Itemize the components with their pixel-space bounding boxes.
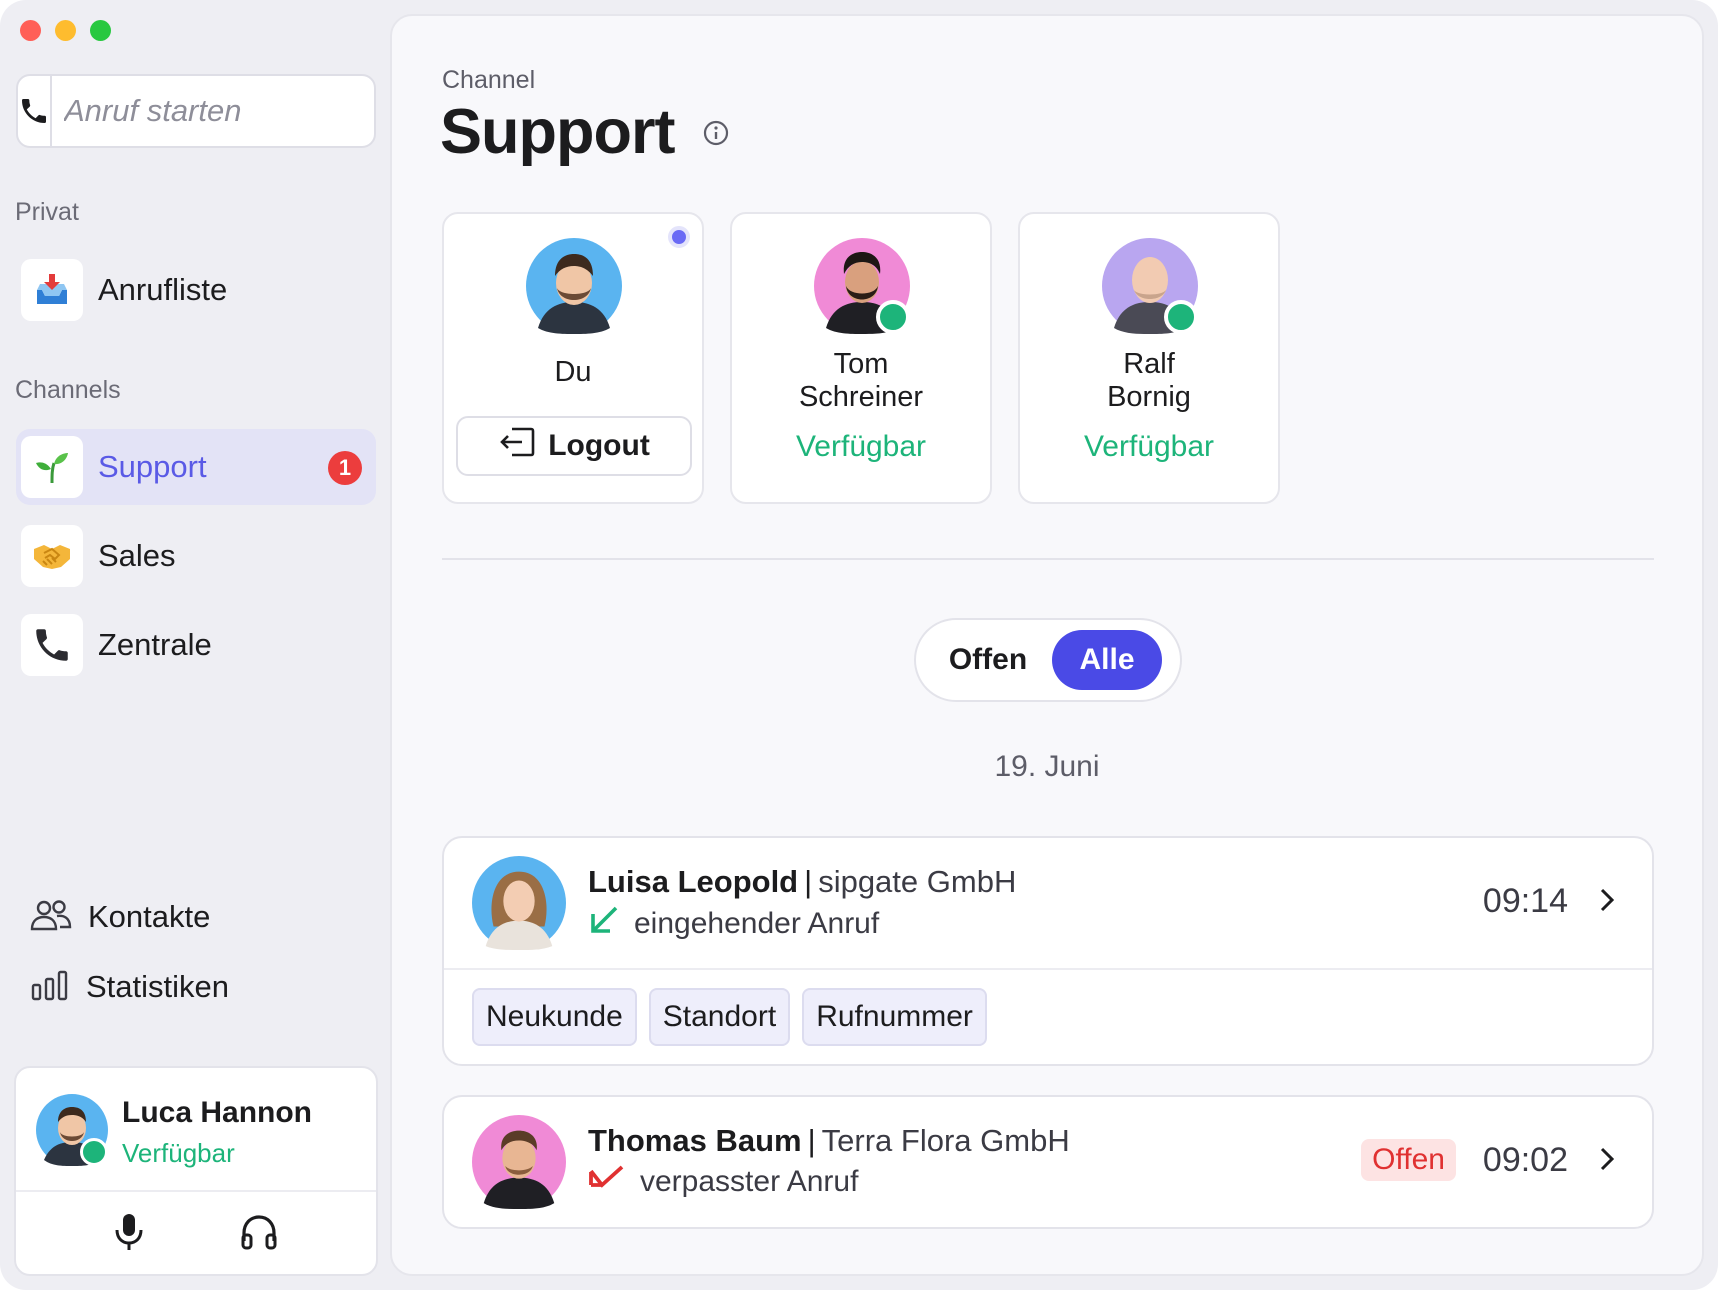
call-tags: Neukunde Standort Rufnummer — [444, 968, 1652, 1064]
call-row[interactable]: Luisa Leopold | sipgate GmbH eingehender A… — [444, 838, 1652, 968]
call-type-label: verpasster Anruf — [640, 1165, 859, 1198]
avatar — [36, 1094, 108, 1166]
avatar — [526, 238, 622, 334]
page-eyebrow: Channel — [442, 66, 536, 94]
caller-company: sipgate GmbH — [818, 864, 1017, 899]
self-indicator-dot — [668, 226, 690, 248]
microphone-icon[interactable] — [114, 1212, 144, 1257]
sidebar-item-zentrale[interactable]: Zentrale — [16, 607, 376, 683]
caller-heading: Luisa Leopold | sipgate GmbH — [588, 864, 1017, 899]
sidebar-item-label: Anrufliste — [98, 272, 228, 307]
sidebar-item-sales[interactable]: Sales — [16, 518, 376, 594]
avatar — [1102, 238, 1198, 334]
member-name-line-1: Tom — [833, 348, 889, 380]
tag[interactable]: Neukunde — [472, 988, 637, 1046]
sidebar-item-label: Zentrale — [98, 627, 212, 662]
user-name: Luca Hannon — [122, 1096, 313, 1129]
avatar — [814, 238, 910, 334]
avatar — [472, 856, 566, 950]
info-icon[interactable] — [703, 120, 729, 151]
online-status-dot — [1164, 300, 1198, 334]
chevron-right-icon[interactable] — [1598, 1145, 1616, 1178]
current-user-card: Luca Hannon Verfügbar — [14, 1066, 378, 1276]
caller-name: Luisa Leopold — [588, 864, 799, 899]
member-name: Du — [554, 356, 592, 388]
people-icon — [30, 899, 72, 936]
chevron-right-icon[interactable] — [1598, 886, 1616, 919]
sidebar-item-anrufliste[interactable]: Anrufliste — [16, 252, 376, 328]
online-status-dot — [876, 300, 910, 334]
sidebar-item-support[interactable]: Support 1 — [16, 429, 376, 505]
member-card-self: Du Logout — [442, 212, 704, 504]
telephone-receiver-icon — [21, 614, 83, 676]
section-label-channels: Channels — [15, 376, 121, 404]
online-status-dot — [80, 1138, 108, 1166]
member-status: Verfügbar — [795, 430, 927, 463]
status-badge: Offen — [1361, 1139, 1456, 1181]
user-status[interactable]: Verfügbar — [122, 1138, 235, 1169]
start-call-field — [16, 74, 469, 148]
inbox-tray-icon — [21, 259, 83, 321]
filter-offen-option[interactable]: Offen — [924, 630, 1052, 690]
page-title: Support — [440, 97, 675, 167]
member-name-line-2: Schreiner — [798, 381, 924, 413]
bar-chart-icon — [30, 969, 70, 1006]
call-time: 09:14 — [1482, 882, 1568, 920]
missed-call-icon — [588, 1163, 626, 1201]
channel-panel: Channel Support Du Logout Tom Schreiner … — [390, 14, 1704, 1276]
member-name-line-1: Ralf — [1123, 348, 1175, 380]
divider — [442, 558, 1654, 560]
sidebar-item-label: Kontakte — [88, 899, 211, 934]
app-window: Privat Anrufliste Channels — [0, 0, 1718, 1290]
sidebar-item-label: Statistiken — [86, 969, 230, 1004]
logout-label: Logout — [548, 429, 650, 462]
handshake-icon — [21, 525, 83, 587]
call-time: 09:02 — [1482, 1141, 1568, 1179]
call-type-label: eingehender Anruf — [634, 907, 880, 940]
tag[interactable]: Rufnummer — [802, 988, 987, 1046]
date-heading: 19. Juni — [994, 750, 1100, 783]
call-item: Thomas Baum | Terra Flora GmbH verpasster … — [442, 1095, 1654, 1229]
sidebar-item-label: Sales — [98, 538, 176, 573]
incoming-arrow-icon — [588, 904, 620, 944]
call-item: Luisa Leopold | sipgate GmbH eingehender A… — [442, 836, 1654, 1066]
call-type: eingehender Anruf — [588, 904, 879, 944]
headphones-icon[interactable] — [240, 1213, 278, 1256]
caller-name: Thomas Baum — [588, 1123, 802, 1158]
sidebar: Privat Anrufliste Channels — [0, 0, 469, 1290]
caller-heading: Thomas Baum | Terra Flora GmbH — [588, 1123, 1070, 1158]
member-status: Verfügbar — [1083, 430, 1215, 463]
member-card-tom-schreiner[interactable]: Tom Schreiner Verfügbar — [730, 212, 992, 504]
member-name-line-2: Bornig — [1107, 381, 1191, 413]
avatar — [472, 1115, 566, 1209]
sidebar-item-kontakte[interactable]: Kontakte — [30, 892, 210, 942]
logout-button[interactable]: Logout — [456, 416, 692, 476]
audio-controls — [16, 1192, 376, 1274]
filter-alle-option[interactable]: Alle — [1052, 630, 1162, 690]
seedling-icon — [21, 436, 83, 498]
sidebar-item-label: Support — [98, 449, 207, 484]
caller-company: Terra Flora GmbH — [821, 1123, 1070, 1158]
call-type: verpasster Anruf — [588, 1163, 858, 1201]
phone-icon[interactable] — [18, 76, 52, 146]
call-row[interactable]: Thomas Baum | Terra Flora GmbH verpasster … — [444, 1097, 1652, 1227]
user-info[interactable]: Luca Hannon Verfügbar — [16, 1068, 376, 1192]
logout-icon — [498, 426, 536, 466]
section-label-private: Privat — [15, 198, 79, 226]
member-card-ralf-bornig[interactable]: Ralf Bornig Verfügbar — [1018, 212, 1280, 504]
sidebar-item-statistiken[interactable]: Statistiken — [30, 962, 229, 1012]
call-filter-toggle: Offen Alle — [914, 618, 1182, 702]
tag[interactable]: Standort — [648, 988, 791, 1046]
unread-count-badge: 1 — [328, 451, 362, 485]
